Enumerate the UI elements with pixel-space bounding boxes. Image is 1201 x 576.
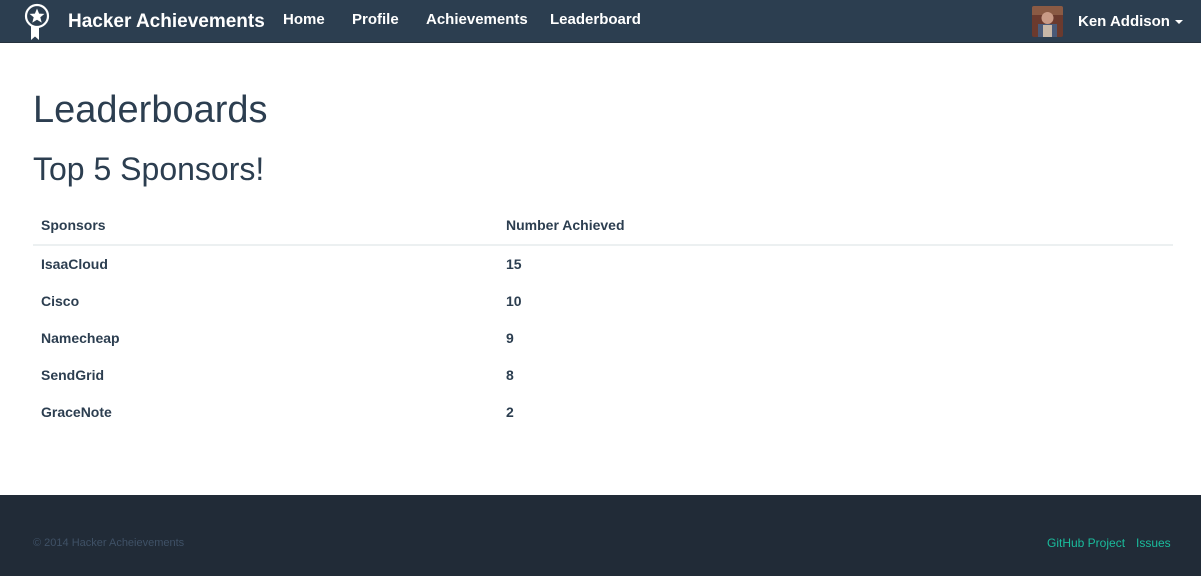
section-title: Top 5 Sponsors! (33, 151, 265, 187)
navbar: Hacker Achievements Home Profile Achieve… (0, 0, 1201, 43)
user-menu[interactable]: Ken Addison (1032, 0, 1183, 43)
table-row: GraceNote 2 (33, 393, 1173, 430)
column-header-number-achieved: Number Achieved (498, 206, 1173, 246)
number-achieved: 9 (506, 329, 514, 346)
brand-link[interactable]: Hacker Achievements (22, 0, 265, 43)
avatar (1032, 6, 1063, 37)
sponsor-name: Namecheap (41, 329, 120, 346)
table-row: SendGrid 8 (33, 356, 1173, 393)
sponsor-name: Cisco (41, 292, 80, 309)
nav-link-leaderboard[interactable]: Leaderboard (550, 0, 641, 43)
award-ribbon-icon (24, 3, 50, 40)
user-name: Ken Addison (1078, 13, 1170, 30)
sponsors-table: Sponsors Number Achieved IsaaCloud 15 Ci… (33, 206, 1173, 430)
number-achieved: 2 (506, 403, 514, 420)
sponsor-name: IsaaCloud (41, 256, 108, 272)
number-achieved: 8 (506, 366, 514, 383)
column-header-sponsors: Sponsors (33, 206, 498, 246)
table-header-row: Sponsors Number Achieved (33, 206, 1173, 246)
number-achieved: 10 (506, 292, 522, 309)
brand-name: Hacker Achievements (68, 10, 265, 32)
number-achieved: 15 (506, 256, 522, 272)
footer: © 2014 Hacker Acheievements GitHub Proje… (0, 495, 1201, 576)
sponsor-name: GraceNote (41, 403, 112, 420)
table-row: IsaaCloud 15 (33, 245, 1173, 282)
issues-link[interactable]: Issues (1136, 536, 1171, 550)
caret-down-icon (1174, 19, 1183, 24)
nav-link-home[interactable]: Home (283, 0, 325, 43)
nav-link-profile[interactable]: Profile (352, 0, 399, 43)
sponsor-name: SendGrid (41, 366, 105, 383)
page-title: Leaderboards (33, 89, 268, 131)
github-project-link[interactable]: GitHub Project (1047, 536, 1125, 550)
nav-link-achievements[interactable]: Achievements (426, 0, 528, 43)
table-row: Namecheap 9 (33, 319, 1173, 356)
table-row: Cisco 10 (33, 282, 1173, 319)
copyright-text: © 2014 Hacker Acheievements (33, 537, 185, 549)
